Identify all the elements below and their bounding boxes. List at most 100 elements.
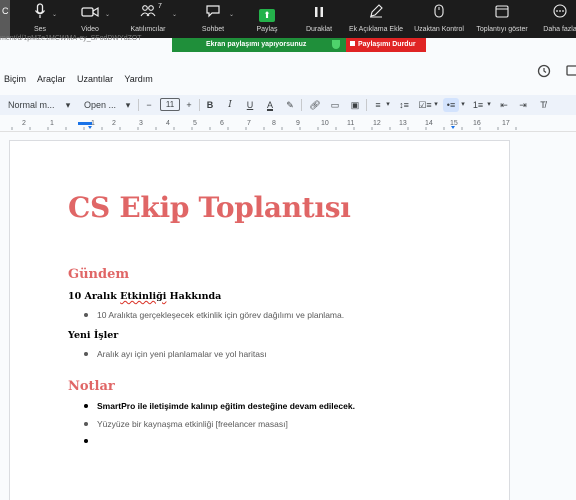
text-color-button[interactable]: A	[264, 98, 276, 112]
chevron-down-icon[interactable]: ▾	[459, 98, 467, 112]
ruler-number: 3	[139, 120, 143, 127]
insert-link-icon[interactable]: 🔗︎	[308, 98, 322, 112]
ruler-number: 6	[220, 120, 224, 127]
italic-button[interactable]: I	[224, 98, 236, 112]
bulleted-list-icon[interactable]: •≡	[443, 98, 459, 112]
chevron-down-icon[interactable]: ⌄	[52, 11, 57, 18]
document-page[interactable]: CS Ekip Toplantısı Gündem 10 Aralık Etki…	[9, 140, 510, 500]
browser-url-fragment: ment/d/1pMZe1MCWMA-ey_SFodDWYdZOT	[0, 35, 142, 42]
stop-icon	[350, 41, 355, 46]
remote-control-button[interactable]: Uzaktan Kontrol	[409, 3, 469, 37]
clear-formatting-icon[interactable]: T̸	[536, 98, 550, 112]
italic-icon: I	[228, 100, 232, 110]
participant-count: 7	[158, 3, 162, 10]
agenda-heading[interactable]: Gündem	[68, 267, 129, 282]
shield-icon	[332, 40, 340, 49]
bold-button[interactable]: B	[204, 98, 216, 112]
list-item[interactable]: SmartPro ile iletişimde kalınıp eğitim d…	[84, 401, 355, 411]
line-spacing-icon[interactable]: ↕≡	[397, 98, 411, 112]
numbered-list-icon[interactable]: 1≡	[471, 98, 485, 112]
mouse-icon	[409, 3, 469, 25]
remote-control-label: Uzaktan Kontrol	[414, 26, 464, 33]
menu-format[interactable]: Biçim	[4, 74, 26, 84]
highlight-pen-icon[interactable]: ✎	[284, 98, 296, 112]
chevron-down-icon[interactable]: ⌄	[105, 11, 110, 18]
paragraph-style-value: Normal m...	[8, 100, 55, 110]
chat-label: Sohbet	[201, 26, 225, 33]
menu-help[interactable]: Yardım	[124, 74, 152, 84]
participants-button[interactable]: 7 ⌄ Katılımcılar	[118, 3, 178, 37]
ruler-number: 2	[22, 120, 26, 127]
video-camera-icon	[60, 3, 120, 25]
participants-label: Katılımcılar	[130, 26, 166, 33]
bullet-icon	[84, 439, 88, 443]
screen-sharing-text: Ekran paylaşımı yapıyorsunuz	[206, 41, 307, 48]
insert-image-icon[interactable]: ▣	[348, 98, 362, 112]
formatting-toolbar: Normal m... ▾ Open ... ▾ − 11 + B I U A …	[0, 95, 576, 115]
zoom-window-edge: C	[0, 0, 10, 38]
menu-tools[interactable]: Araçlar	[37, 74, 66, 84]
event-heading[interactable]: 10 Aralık Etkinliği Hakkında	[68, 291, 221, 302]
menu-extensions[interactable]: Uzantılar	[77, 74, 113, 84]
chevron-down-icon[interactable]: ▾	[432, 98, 440, 112]
bullet-icon	[84, 352, 88, 356]
chevron-down-icon[interactable]: ⌄	[172, 11, 177, 18]
event-heading-text: 10 Aralık	[68, 291, 121, 302]
chevron-down-icon[interactable]: ⌄	[229, 11, 234, 18]
video-label: Video	[81, 26, 99, 33]
ruler-number: 12	[373, 120, 381, 127]
bullet-icon	[84, 422, 88, 426]
video-button[interactable]: ⌄ Video	[60, 3, 120, 37]
chevron-down-icon[interactable]: ▾	[124, 98, 132, 112]
screen-sharing-banner: Ekran paylaşımı yapıyorsunuz	[172, 38, 346, 52]
checklist-icon[interactable]: ☑≡	[418, 98, 432, 112]
show-meeting-button[interactable]: Toplantıyı göster	[472, 3, 532, 37]
list-item-text: 10 Aralıkta gerçekleşecek etkinlik için …	[97, 310, 345, 320]
paragraph-style-dropdown[interactable]: Normal m...	[8, 98, 68, 112]
list-item[interactable]: Yüzyüze bir kaynaşma etkinliği [freelanc…	[84, 419, 288, 429]
font-size-input[interactable]: 11	[160, 98, 180, 111]
list-item[interactable]: 10 Aralıkta gerçekleşecek etkinlik için …	[84, 310, 344, 320]
new-tasks-heading[interactable]: Yeni İşler	[68, 330, 118, 341]
ruler-ticks	[11, 122, 517, 130]
ruler-number: 1	[91, 120, 95, 127]
chevron-down-icon[interactable]: ▾	[384, 98, 392, 112]
chat-button[interactable]: ⌄ Sohbet	[183, 3, 243, 37]
stop-share-button[interactable]: Paylaşımı Durdur	[346, 38, 426, 52]
decrease-font-size-button[interactable]: −	[144, 98, 154, 112]
bullet-icon	[84, 404, 88, 408]
add-comment-icon[interactable]: ▭	[328, 98, 342, 112]
pause-button[interactable]: Duraklat	[289, 3, 349, 37]
list-item[interactable]: Aralık ayı için yeni planlamalar ve yol …	[84, 349, 267, 359]
increase-font-size-button[interactable]: +	[184, 98, 194, 112]
ruler-number: 7	[247, 120, 251, 127]
font-size-value: 11	[165, 100, 175, 109]
font-value: Open ...	[84, 100, 117, 110]
toolbar-divider	[199, 99, 200, 111]
notes-heading[interactable]: Notlar	[68, 379, 115, 394]
stop-share-label: Paylaşımı Durdur	[358, 41, 416, 48]
ruler[interactable]: 2 1 1 2 3 4 5 6 7 8 9 10 11 12 13 14 15 …	[0, 118, 576, 132]
ruler-number: 14	[425, 120, 433, 127]
people-icon	[118, 3, 178, 25]
annotate-button[interactable]: Ek Açıklama Ekle	[346, 3, 406, 37]
more-dots-icon	[530, 3, 576, 25]
list-item[interactable]	[84, 436, 97, 446]
document-title[interactable]: CS Ekip Toplantısı	[68, 191, 351, 224]
chevron-down-icon[interactable]: ▾	[64, 98, 72, 112]
ruler-number: 5	[193, 120, 197, 127]
underline-button[interactable]: U	[244, 98, 256, 112]
ruler-number: 2	[112, 120, 116, 127]
version-history-icon[interactable]	[537, 64, 551, 81]
align-icon[interactable]: ≡	[372, 98, 384, 112]
pause-icon	[289, 3, 349, 25]
more-button[interactable]: Daha fazla	[530, 3, 576, 37]
share-button[interactable]: ⬆ Paylaş	[237, 3, 297, 37]
toolbar-divider	[138, 99, 139, 111]
increase-indent-icon[interactable]: ⇥	[516, 98, 530, 112]
chevron-down-icon[interactable]: ▾	[485, 98, 493, 112]
comments-icon[interactable]	[566, 64, 576, 78]
ruler-number: 4	[166, 120, 170, 127]
text-color-icon: A	[266, 100, 273, 110]
decrease-indent-icon[interactable]: ⇤	[497, 98, 511, 112]
